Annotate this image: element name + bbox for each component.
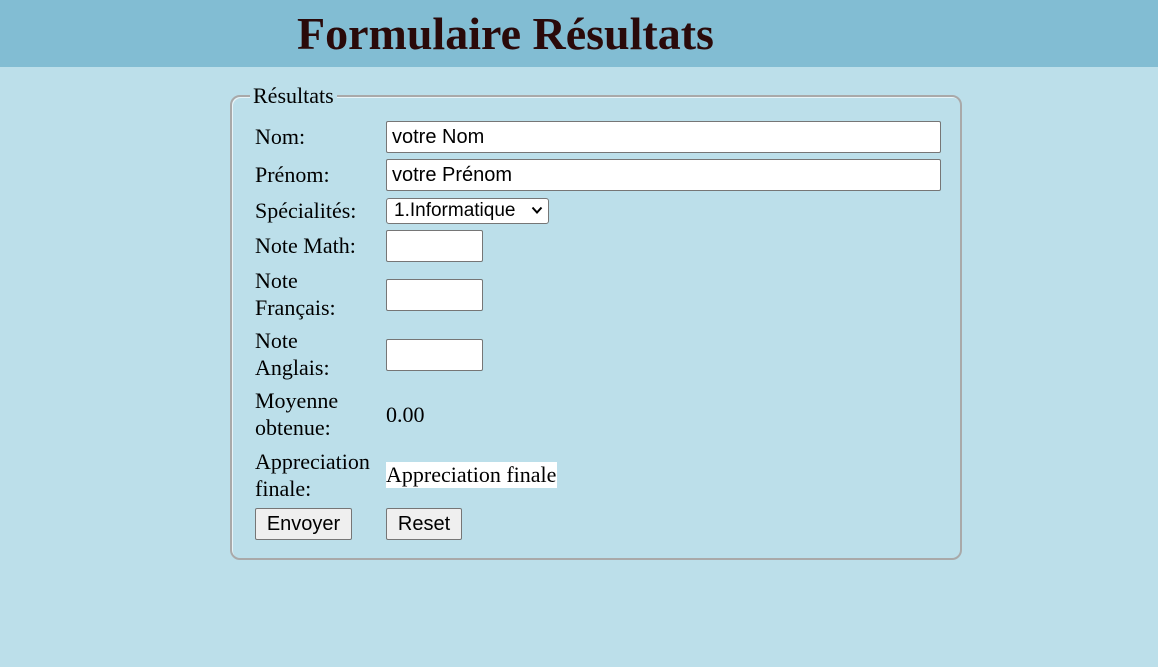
- appreciation-label-line1: Appreciation: [255, 449, 370, 474]
- note-math-label: Note Math:: [255, 233, 356, 258]
- note-math-input[interactable]: [386, 230, 483, 262]
- appreciation-value: Appreciation finale: [386, 462, 558, 488]
- fieldset-legend: Résultats: [250, 83, 337, 109]
- note-anglais-input[interactable]: [386, 339, 483, 371]
- nom-input[interactable]: [386, 121, 941, 153]
- page-header: Formulaire Résultats: [0, 0, 1158, 67]
- chevron-down-icon: [531, 206, 543, 214]
- prenom-input[interactable]: [386, 159, 941, 191]
- prenom-label: Prénom:: [255, 162, 330, 187]
- moyenne-value: 0.00: [386, 402, 425, 427]
- appreciation-label-line2: finale:: [255, 476, 312, 501]
- note-francais-label-line1: Note: [255, 268, 298, 293]
- moyenne-label-line1: Moyenne: [255, 388, 339, 413]
- nom-label: Nom:: [255, 124, 306, 149]
- moyenne-label-line2: obtenue:: [255, 415, 331, 440]
- reset-button[interactable]: Reset: [386, 508, 462, 540]
- specialites-selected-value: 1.Informatique: [394, 200, 516, 221]
- envoyer-button[interactable]: Envoyer: [255, 508, 352, 540]
- specialites-label: Spécialités:: [255, 198, 357, 223]
- note-francais-label-line2: Français:: [255, 295, 336, 320]
- specialites-select[interactable]: 1.Informatique: [386, 198, 549, 224]
- note-anglais-label-line2: Anglais:: [255, 355, 330, 380]
- note-anglais-label-line1: Note: [255, 328, 298, 353]
- note-francais-input[interactable]: [386, 279, 483, 311]
- page-title: Formulaire Résultats: [297, 8, 714, 59]
